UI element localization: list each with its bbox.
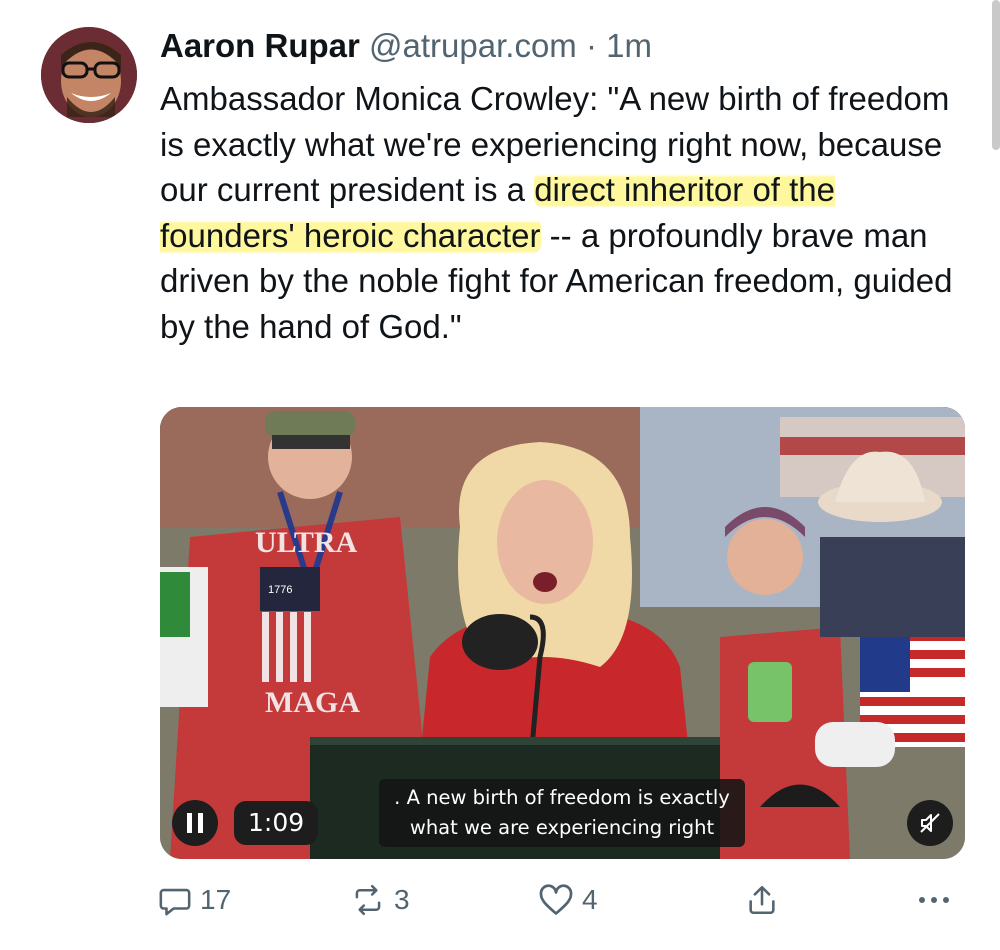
post-header: Aaron Rupar @atrupar.com · 1m	[160, 24, 652, 68]
heart-icon	[539, 884, 573, 915]
pause-icon	[187, 813, 203, 833]
shirt-year: 1776	[268, 584, 292, 596]
like-count: 4	[582, 884, 598, 915]
shirt-text-top: ULTRA	[255, 526, 358, 559]
like-button[interactable]: 4	[538, 878, 598, 922]
reply-count: 17	[200, 884, 232, 915]
more-options-button[interactable]	[916, 878, 952, 922]
scrollbar[interactable]	[992, 0, 1000, 150]
share-button[interactable]	[745, 878, 779, 922]
share-icon	[749, 885, 775, 915]
repost-icon	[355, 884, 381, 916]
more-dots-icon	[919, 897, 949, 903]
avatar-image	[41, 27, 137, 123]
video-player[interactable]: ULTRA 1776 MAGA . A new birth of freedom…	[160, 407, 965, 859]
repost-count: 3	[394, 884, 410, 915]
reply-button[interactable]: 17	[158, 878, 231, 922]
author-name[interactable]: Aaron Rupar	[160, 27, 360, 64]
action-bar: 17 3 4	[158, 878, 958, 922]
video-timestamp: 1:09	[234, 801, 319, 845]
mute-button[interactable]	[907, 800, 953, 846]
caption-line-2: what we are experiencing right	[409, 816, 715, 839]
pause-button[interactable]	[172, 800, 218, 846]
muted-speaker-icon	[920, 813, 940, 833]
avatar[interactable]	[41, 27, 137, 123]
video-caption: . A new birth of freedom is exactly what…	[379, 779, 745, 847]
separator-dot: ·	[585, 27, 597, 64]
post-time[interactable]: 1m	[606, 27, 652, 64]
repost-button[interactable]: 3	[350, 878, 410, 922]
author-handle[interactable]: @atrupar.com	[369, 27, 577, 64]
post-text: Ambassador Monica Crowley: "A new birth …	[160, 76, 960, 349]
shirt-text-bottom: MAGA	[265, 686, 360, 719]
caption-line-1: . A new birth of freedom is exactly	[394, 786, 730, 809]
reply-icon	[159, 888, 191, 916]
